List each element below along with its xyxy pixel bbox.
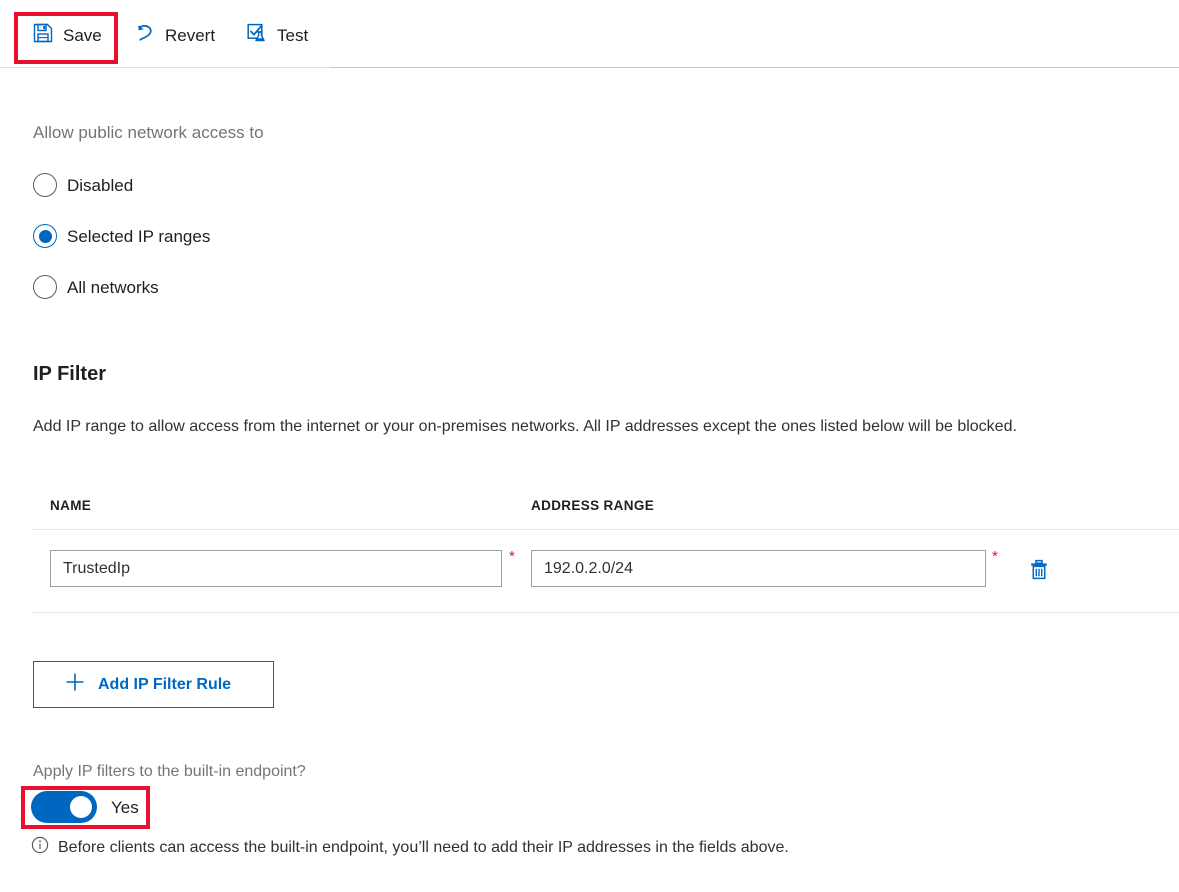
toolbar-divider-emphasis bbox=[330, 67, 1179, 68]
command-toolbar: Save Revert Test bbox=[0, 0, 1179, 68]
save-button-label: Save bbox=[63, 27, 102, 44]
builtin-endpoint-info-note-text: Before clients can access the built-in e… bbox=[58, 839, 789, 857]
ip-filter-rule-address-range-input[interactable] bbox=[531, 550, 986, 587]
delete-rule-button[interactable] bbox=[1022, 554, 1056, 588]
radio-option-disabled-label: Disabled bbox=[67, 177, 133, 194]
radio-option-selected-ip-ranges[interactable]: Selected IP ranges bbox=[33, 221, 210, 251]
ip-filter-rule-name-input[interactable] bbox=[50, 550, 502, 587]
ip-filter-description: Add IP range to allow access from the in… bbox=[33, 418, 1017, 436]
plus-icon bbox=[64, 671, 86, 698]
table-header-divider bbox=[33, 529, 1179, 530]
address-range-required-asterisk: * bbox=[992, 549, 998, 564]
builtin-endpoint-info-note: Before clients can access the built-in e… bbox=[31, 836, 789, 859]
public-network-access-legend: Allow public network access to bbox=[33, 123, 264, 143]
radio-circle-icon bbox=[33, 173, 57, 197]
builtin-endpoint-toggle-value: Yes bbox=[111, 799, 139, 816]
radio-circle-selected-icon bbox=[33, 224, 57, 248]
radio-option-selected-ip-ranges-label: Selected IP ranges bbox=[67, 228, 210, 245]
revert-button[interactable]: Revert bbox=[128, 18, 221, 52]
radio-option-all-networks-label: All networks bbox=[67, 279, 159, 296]
test-button[interactable]: Test bbox=[240, 18, 314, 52]
trash-icon bbox=[1027, 558, 1051, 585]
ip-filter-heading: IP Filter bbox=[33, 363, 106, 386]
radio-option-all-networks[interactable]: All networks bbox=[33, 272, 159, 302]
toggle-switch-track[interactable] bbox=[31, 791, 97, 823]
save-button[interactable]: Save bbox=[26, 18, 108, 52]
test-flask-checkbox-icon bbox=[246, 22, 268, 49]
test-button-label: Test bbox=[277, 27, 308, 44]
table-row-divider bbox=[33, 612, 1179, 613]
name-required-asterisk: * bbox=[509, 549, 515, 564]
radio-option-disabled[interactable]: Disabled bbox=[33, 170, 133, 200]
builtin-endpoint-legend: Apply IP filters to the built-in endpoin… bbox=[33, 763, 306, 781]
add-ip-filter-rule-button[interactable]: Add IP Filter Rule bbox=[33, 661, 274, 708]
save-icon bbox=[32, 22, 54, 49]
add-ip-filter-rule-label: Add IP Filter Rule bbox=[98, 676, 231, 694]
toggle-switch-knob bbox=[70, 796, 92, 818]
info-circle-icon bbox=[31, 836, 49, 859]
revert-button-label: Revert bbox=[165, 27, 215, 44]
builtin-endpoint-toggle[interactable]: Yes bbox=[31, 791, 139, 823]
radio-circle-icon bbox=[33, 275, 57, 299]
column-header-address-range: ADDRESS RANGE bbox=[531, 498, 654, 513]
undo-arrow-icon bbox=[134, 22, 156, 49]
column-header-name: NAME bbox=[50, 498, 91, 513]
